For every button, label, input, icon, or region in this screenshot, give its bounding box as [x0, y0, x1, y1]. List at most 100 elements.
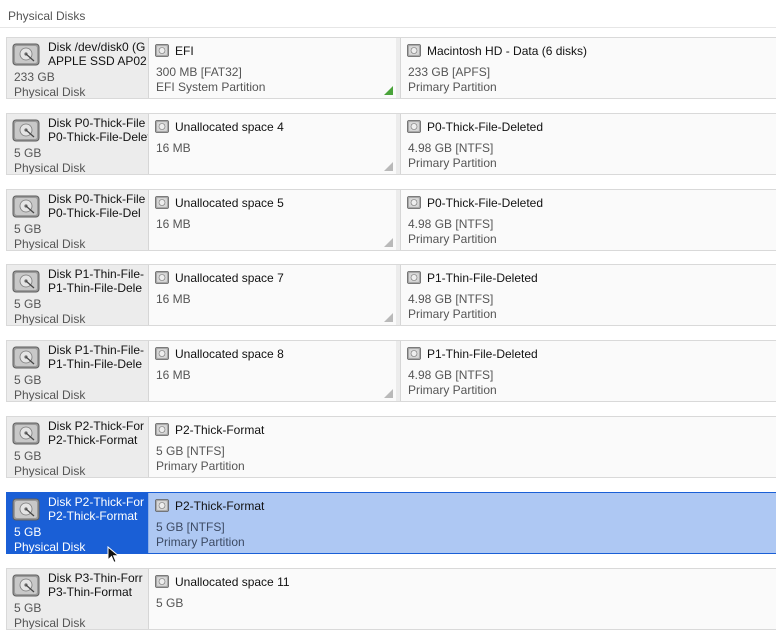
partition-icon [155, 574, 169, 588]
partition-name: Macintosh HD - Data (6 disks) [427, 44, 588, 58]
disk-row[interactable]: Disk P1-Thin-File- P1-Thin-File-Dele 5 GB P… [6, 340, 776, 403]
disk-kind: Physical Disk [14, 312, 86, 326]
partition-name: Unallocated space 5 [175, 195, 284, 210]
disk-size: 5 GB [14, 145, 42, 160]
partition-block[interactable]: Unallocated space 4 16 MB [148, 113, 396, 174]
partition-type: Primary Partition [156, 534, 245, 549]
partition-icon [155, 195, 169, 209]
resize-grip-icon[interactable] [384, 86, 393, 95]
partition-block[interactable]: P0-Thick-File-Deleted 4.98 GB [NTFS] Prima… [400, 113, 776, 174]
partition-type: Primary Partition [408, 155, 497, 170]
disk-row[interactable]: Disk P0-Thick-File P0-Thick-File-Delet 5 G… [6, 112, 776, 175]
partition-size: 4.98 GB [NTFS] [408, 140, 494, 155]
disk-size: 233 GB [14, 70, 55, 84]
disk-name-line1: Disk P1-Thin-File- [48, 343, 145, 358]
partition-block[interactable]: P0-Thick-File-Deleted 4.98 GB [NTFS] Prima… [400, 189, 776, 250]
partition-strip: Unallocated space 5 16 MB P0-Thick-File-De… [148, 189, 776, 250]
disk-row[interactable]: Disk P1-Thin-File- P1-Thin-File-Dele 5 GB P… [6, 264, 776, 327]
partition-size: 4.98 GB [NTFS] [408, 292, 494, 307]
disk-summary[interactable]: Disk P1-Thin-File- P1-Thin-File-Dele 5 GB P… [7, 341, 148, 401]
disk-name-line1: Disk /dev/disk0 (G [48, 40, 146, 54]
disk-size: 5 GB [14, 373, 42, 388]
partition-strip: Unallocated space 4 16 MB P0-Thick-File-De… [148, 113, 776, 174]
partition-block[interactable]: P1-Thin-File-Deleted 4.98 GB [NTFS] Primar… [400, 341, 776, 402]
disk-kind: Physical Disk [14, 539, 86, 553]
disk-size: 5 GB [14, 221, 42, 236]
disk-name: Disk /dev/disk0 (G APPLE SSD AP02 [48, 40, 148, 68]
section-divider [0, 27, 776, 28]
partition-name: EFI [175, 44, 194, 58]
disk-kind: Physical Disk [14, 388, 86, 402]
disk-row[interactable]: Disk P2-Thick-For P2-Thick-Format 5 GB Phys… [6, 416, 776, 478]
disk-name-line2: P1-Thin-File-Dele [48, 281, 143, 296]
partition-size: 4.98 GB [NTFS] [408, 216, 494, 231]
disk-kind: Physical Disk [14, 160, 86, 174]
disk-name: Disk P2-Thick-For P2-Thick-Format [48, 419, 148, 447]
partition-block[interactable]: P2-Thick-Format 5 GB [NTFS] Primary Partit… [148, 417, 776, 477]
partition-icon [155, 498, 169, 512]
resize-grip-icon[interactable] [384, 161, 393, 171]
disk-name-line1: Disk P0-Thick-File [48, 115, 146, 130]
disk-row[interactable]: Disk /dev/disk0 (G APPLE SSD AP02 233 GB Ph… [6, 37, 776, 99]
partition-icon [407, 119, 421, 133]
partition-name: P1-Thin-File-Deleted [427, 347, 538, 362]
partition-size: 5 GB [NTFS] [156, 519, 225, 534]
disk-name-line1: Disk P2-Thick-For [48, 419, 145, 433]
disk-size: 5 GB [14, 600, 42, 615]
partition-icon [155, 347, 169, 361]
partition-icon [407, 271, 421, 285]
disk-name-line1: Disk P1-Thin-File- [48, 267, 145, 282]
partition-type: EFI System Partition [156, 80, 266, 94]
disk-kind: Physical Disk [14, 85, 86, 98]
partition-type: Primary Partition [408, 383, 497, 398]
partition-block[interactable]: Unallocated space 8 16 MB [148, 341, 396, 402]
disk-summary[interactable]: Disk P2-Thick-For P2-Thick-Format 5 GB Phys… [7, 493, 148, 553]
disk-summary[interactable]: Disk P3-Thin-Forr P3-Thin-Format 5 GB Physi… [7, 569, 148, 629]
disk-summary[interactable]: Disk /dev/disk0 (G APPLE SSD AP02 233 GB Ph… [7, 38, 148, 98]
partition-size: 16 MB [156, 368, 191, 383]
partition-block[interactable]: Unallocated space 5 16 MB [148, 189, 396, 250]
disk-name-line1: Disk P3-Thin-Forr [48, 570, 143, 585]
hard-disk-icon [12, 268, 40, 294]
disk-row[interactable]: Disk P0-Thick-File P0-Thick-File-Del 5 GB P… [6, 188, 776, 251]
partition-type: Primary Partition [408, 231, 497, 246]
partition-block[interactable]: P1-Thin-File-Deleted 4.98 GB [NTFS] Primar… [400, 265, 776, 326]
partition-block[interactable]: Unallocated space 7 16 MB [148, 265, 396, 326]
disk-summary[interactable]: Disk P0-Thick-File P0-Thick-File-Delet 5 G… [7, 114, 148, 174]
partition-size: 16 MB [156, 216, 191, 231]
partition-strip: EFI 300 MB [FAT32] EFI System Partition Mac… [148, 38, 776, 98]
partition-size: 300 MB [FAT32] [156, 65, 242, 79]
disk-summary[interactable]: Disk P1-Thin-File- P1-Thin-File-Dele 5 GB P… [7, 265, 148, 325]
partition-name: P0-Thick-File-Deleted [427, 119, 544, 134]
disk-size: 5 GB [14, 524, 42, 539]
hard-disk-icon [12, 117, 40, 143]
disk-summary[interactable]: Disk P0-Thick-File P0-Thick-File-Del 5 GB P… [7, 190, 148, 250]
disk-kind: Physical Disk [14, 615, 86, 629]
partition-size: 16 MB [156, 292, 191, 307]
resize-grip-icon[interactable] [384, 237, 393, 247]
partition-block[interactable]: Macintosh HD - Data (6 disks) 233 GB [APF… [400, 38, 776, 98]
partition-block[interactable]: EFI 300 MB [FAT32] EFI System Partition [148, 38, 396, 98]
partition-block[interactable]: P2-Thick-Format 5 GB [NTFS] Primary Partit… [148, 492, 776, 553]
partition-icon [155, 119, 169, 133]
section-title: Physical Disks [8, 9, 86, 23]
partition-block[interactable]: Unallocated space 11 5 GB [148, 568, 776, 629]
disk-name: Disk P0-Thick-File P0-Thick-File-Del [48, 192, 148, 220]
disk-name-line2: P2-Thick-Format [48, 433, 138, 447]
partition-size: 233 GB [APFS] [408, 65, 491, 79]
disk-name-line2: P0-Thick-File-Delet [48, 129, 148, 144]
partition-name: Unallocated space 11 [175, 574, 290, 589]
disk-row[interactable]: Disk P2-Thick-For P2-Thick-Format 5 GB Phys… [6, 491, 776, 554]
partition-type: Primary Partition [408, 80, 497, 94]
disk-row[interactable]: Disk P3-Thin-Forr P3-Thin-Format 5 GB Physi… [6, 567, 776, 630]
disk-name: Disk P3-Thin-Forr P3-Thin-Format [48, 571, 148, 599]
disk-name-line2: P3-Thin-Format [48, 584, 133, 599]
resize-grip-icon[interactable] [384, 389, 393, 399]
partition-size: 16 MB [156, 140, 191, 155]
disk-name-line1: Disk P0-Thick-File [48, 191, 146, 206]
partition-name: P1-Thin-File-Deleted [427, 271, 538, 286]
disk-summary[interactable]: Disk P2-Thick-For P2-Thick-Format 5 GB Phys… [7, 417, 148, 477]
disk-name-line2: APPLE SSD AP02 [48, 54, 147, 68]
disk-name-line2: P1-Thin-File-Dele [48, 357, 143, 372]
resize-grip-icon[interactable] [384, 313, 393, 323]
